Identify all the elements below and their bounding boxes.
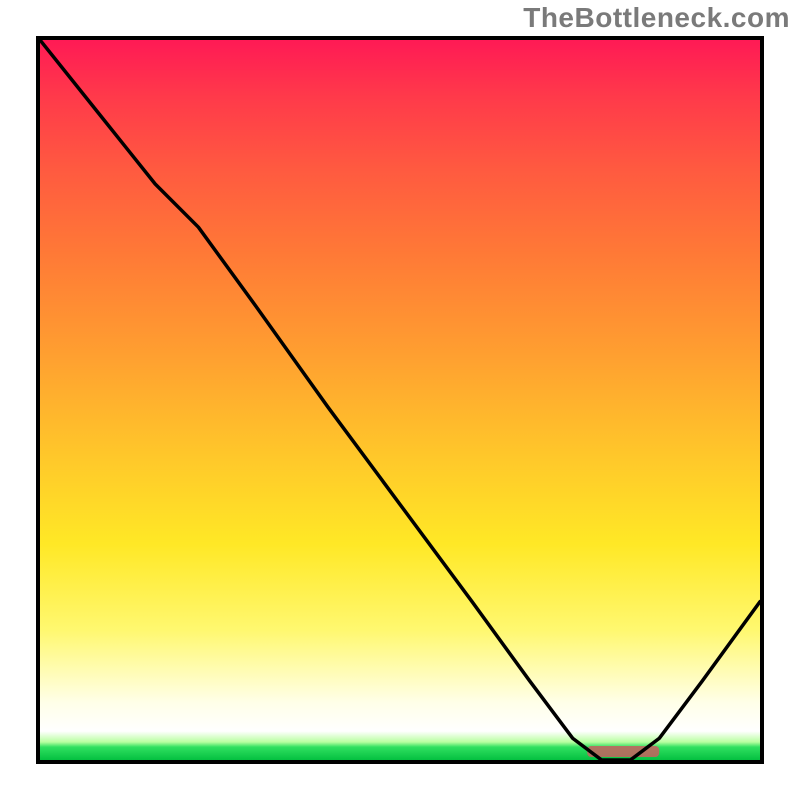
chart-container: TheBottleneck.com: [0, 0, 800, 800]
plot-svg: [40, 40, 760, 760]
watermark-text: TheBottleneck.com: [523, 2, 790, 34]
plot-area: [36, 36, 764, 764]
bottleneck-curve: [40, 40, 760, 760]
